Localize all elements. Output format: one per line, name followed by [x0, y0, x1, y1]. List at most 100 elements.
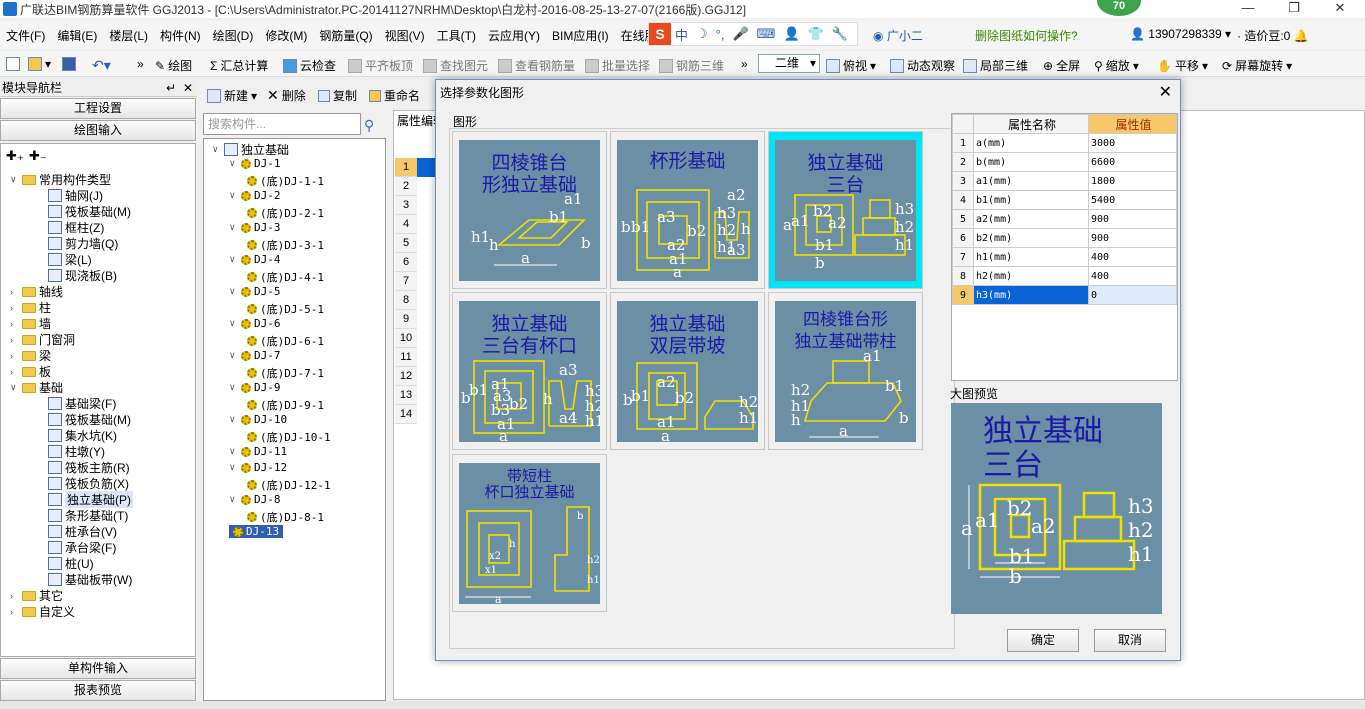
pan-button[interactable]: ✋ 平移 ▾	[1157, 57, 1208, 74]
find-element-button[interactable]: 查找图元	[423, 57, 488, 74]
component-tree-item[interactable]: ∨ DJ-2	[229, 189, 281, 202]
nav-tree-item[interactable]: › 其它	[10, 587, 63, 604]
component-tree-item[interactable]: ∨ DJ-1	[229, 157, 281, 170]
property-row[interactable]: 7 h1(mm) 400	[952, 247, 1177, 267]
collapse-icon[interactable]: ∨	[10, 382, 19, 393]
report-preview-button[interactable]: 报表预览	[0, 680, 196, 701]
ime-user-icon[interactable]: 👤	[779, 26, 803, 42]
toolbar-more2-icon[interactable]: »	[741, 57, 748, 71]
top-view-button[interactable]: 俯视 ▾	[826, 57, 876, 74]
component-tree-item[interactable]: (底)DJ-7-1	[247, 365, 324, 381]
component-tree-root[interactable]: ∨ 独立基础	[212, 141, 289, 158]
shape-tile[interactable]: a h2 h1 h b1 b a1 四棱锥台形 独立基础带柱	[768, 292, 923, 450]
ok-button[interactable]: 确定	[1007, 629, 1079, 652]
nav-tree-item[interactable]: 筏板基础(M)	[48, 203, 131, 220]
nav-tree-item[interactable]: › 墙	[10, 315, 51, 332]
nav-tree-item[interactable]: › 门窗洞	[10, 331, 75, 348]
nav-tree-item[interactable]: › 自定义	[10, 603, 75, 620]
menu-item[interactable]: 工具(T)	[431, 27, 482, 44]
collapse-icon[interactable]: ∨	[229, 382, 238, 393]
sogou-logo-icon[interactable]: S	[649, 23, 671, 45]
component-tree-item[interactable]: (底)DJ-6-1	[247, 333, 324, 349]
rename-component-button[interactable]: 重命名	[369, 87, 420, 104]
menu-item[interactable]: 编辑(E)	[51, 27, 103, 44]
component-tree-item[interactable]: (底)DJ-2-1	[247, 205, 324, 221]
property-row[interactable]: 8 h2(mm) 400	[952, 266, 1177, 286]
nav-tree-item[interactable]: 框柱(Z)	[48, 219, 104, 236]
ime-voice-icon[interactable]: 🎤	[728, 26, 752, 42]
menu-item[interactable]: 视图(V)	[379, 27, 431, 44]
nav-tree-item[interactable]: › 梁	[10, 347, 51, 364]
menu-item[interactable]: BIM应用(I)	[546, 27, 615, 44]
screen-rotate-button[interactable]: ⟳ 屏幕旋转 ▾	[1222, 57, 1292, 74]
copy-component-button[interactable]: 复制	[318, 87, 357, 104]
nav-tree-item[interactable]: 筏板基础(M)	[48, 411, 131, 428]
ime-moon-icon[interactable]: ☽	[692, 26, 712, 42]
collapse-icon[interactable]: ∨	[229, 494, 238, 505]
collapse-all-icon[interactable]: ✚₋	[29, 148, 47, 164]
help-link[interactable]: 删除图纸如何操作?	[975, 27, 1078, 44]
collapse-icon[interactable]: ∨	[229, 222, 238, 233]
collapse-icon[interactable]: ∨	[229, 286, 238, 297]
expand-all-icon[interactable]: ✚₊	[6, 148, 24, 164]
nav-tree-item[interactable]: 柱墩(Y)	[48, 443, 105, 460]
property-value-cell[interactable]: 1800	[1088, 171, 1177, 191]
component-tree-item[interactable]: ∨ DJ-5	[229, 285, 281, 298]
property-row-number[interactable]: 10	[395, 329, 417, 348]
nav-tree-item[interactable]: ∨ 常用构件类型	[10, 171, 111, 188]
view-rebar-button[interactable]: 查看钢筋量	[498, 57, 575, 74]
property-row-number[interactable]: 2	[395, 177, 417, 196]
collapse-icon[interactable]: ∨	[229, 414, 238, 425]
property-row-number[interactable]: 12	[395, 367, 417, 386]
menu-item[interactable]: 构件(N)	[154, 27, 207, 44]
collapse-icon[interactable]: ∨	[229, 254, 238, 265]
expand-icon[interactable]: ›	[10, 287, 19, 297]
component-tree-item[interactable]: ∨ DJ-8	[229, 493, 281, 506]
expand-icon[interactable]: ›	[10, 607, 19, 617]
menu-item[interactable]: 楼层(L)	[103, 27, 154, 44]
close-window-icon[interactable]: ✕	[1317, 0, 1363, 18]
rebar-3d-button[interactable]: 钢筋三维	[659, 57, 724, 74]
component-search-input[interactable]: 搜索构件...	[203, 113, 361, 135]
nav-tree-item[interactable]: › 柱	[10, 299, 51, 316]
beans-balance[interactable]: · 造价豆:0 🔔	[1237, 27, 1309, 44]
property-value-cell[interactable]: 5400	[1088, 190, 1177, 210]
component-tree-item[interactable]: (底)DJ-5-1	[247, 301, 324, 317]
component-tree-item[interactable]: (底)DJ-8-1	[247, 509, 324, 525]
cloud-check-button[interactable]: 云检查	[283, 57, 336, 74]
property-row-number[interactable]: 3	[395, 196, 417, 215]
shape-tile[interactable]: b b1 a2 b2 a1 a h2 h1 独立基础 双层带坡	[610, 292, 765, 450]
property-value-cell[interactable]: 900	[1088, 209, 1177, 229]
dynamic-view-button[interactable]: 动态观察	[890, 57, 955, 74]
property-row[interactable]: 3 a1(mm) 1800	[952, 171, 1177, 191]
collapse-icon[interactable]: ∨	[212, 144, 221, 155]
property-value-cell[interactable]: 0	[1088, 285, 1177, 305]
component-tree-item[interactable]: ∨ DJ-10	[229, 413, 287, 426]
collapse-icon[interactable]: ∨	[10, 174, 19, 185]
single-input-button[interactable]: 单构件输入	[0, 658, 196, 679]
collapse-icon[interactable]: ∨	[229, 446, 238, 457]
batch-select-button[interactable]: 批量选择	[585, 57, 650, 74]
property-row[interactable]: 6 b2(mm) 900	[952, 228, 1177, 248]
property-row-number[interactable]: 7	[395, 272, 417, 291]
expand-icon[interactable]: ›	[10, 367, 19, 377]
property-row-number[interactable]: 4	[395, 215, 417, 234]
property-value-cell[interactable]: 6600	[1088, 152, 1177, 172]
sum-calc-button[interactable]: Σ 汇总计算	[210, 57, 268, 74]
ime-tool-icon[interactable]: 🔧	[828, 26, 852, 42]
menu-item[interactable]: 修改(M)	[259, 27, 313, 44]
component-tree-item[interactable]: ∨ DJ-4	[229, 253, 281, 266]
component-tree-item[interactable]: (底)DJ-1-1	[247, 173, 324, 189]
component-tree-item[interactable]: ∨ DJ-6	[229, 317, 281, 330]
nav-tree-item[interactable]: › 轴线	[10, 283, 63, 300]
collapse-icon[interactable]: ∨	[229, 462, 238, 473]
expand-icon[interactable]: ›	[10, 303, 19, 313]
menu-item[interactable]: 文件(F)	[0, 27, 51, 44]
draw-input-button[interactable]: 绘图输入	[0, 120, 196, 141]
ime-lang[interactable]: 中	[671, 25, 692, 44]
ime-skin-icon[interactable]: 👕	[804, 26, 828, 42]
shape-tile[interactable]: b a a1 b2 a2 b1 h3 h2 h1 独立基础 三台	[768, 131, 923, 289]
expand-icon[interactable]: ›	[10, 351, 19, 361]
collapse-icon[interactable]: ∨	[229, 318, 238, 329]
project-settings-button[interactable]: 工程设置	[0, 98, 196, 119]
